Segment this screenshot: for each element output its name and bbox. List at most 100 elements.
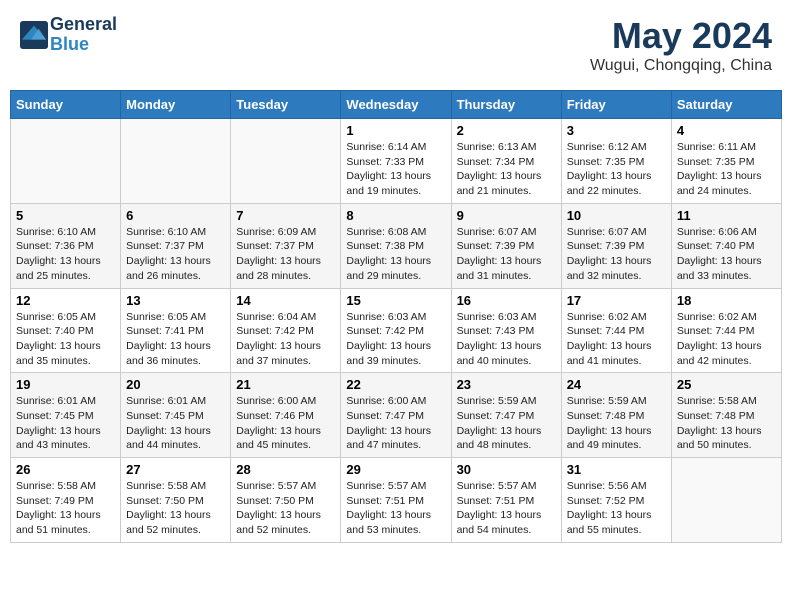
calendar-cell: 17Sunrise: 6:02 AM Sunset: 7:44 PM Dayli… [561,288,671,373]
day-number: 2 [457,123,556,138]
title-area: May 2024 Wugui, Chongqing, China [590,15,772,75]
day-info: Sunrise: 5:58 AM Sunset: 7:48 PM Dayligh… [677,394,776,453]
day-number: 24 [567,377,666,392]
day-number: 12 [16,293,115,308]
day-info: Sunrise: 6:13 AM Sunset: 7:34 PM Dayligh… [457,140,556,199]
calendar-header-tuesday: Tuesday [231,91,341,119]
calendar: SundayMondayTuesdayWednesdayThursdayFrid… [10,90,782,543]
day-number: 31 [567,462,666,477]
day-info: Sunrise: 6:01 AM Sunset: 7:45 PM Dayligh… [126,394,225,453]
day-info: Sunrise: 6:01 AM Sunset: 7:45 PM Dayligh… [16,394,115,453]
calendar-header-row: SundayMondayTuesdayWednesdayThursdayFrid… [11,91,782,119]
calendar-cell [231,119,341,204]
calendar-cell [121,119,231,204]
day-info: Sunrise: 5:59 AM Sunset: 7:47 PM Dayligh… [457,394,556,453]
calendar-cell [671,458,781,543]
calendar-week-row: 1 Sunrise: 6:14 AM Sunset: 7:33 PM Daylig… [11,119,782,204]
day-info: Sunrise: 6:08 AM Sunset: 7:38 PM Dayligh… [346,225,445,284]
calendar-cell: 15 Sunrise: 6:03 AM Sunset: 7:42 PM Dayli… [341,288,451,373]
day-info: Sunrise: 6:05 AM Sunset: 7:41 PM Dayligh… [126,310,225,369]
calendar-cell: 25 Sunrise: 5:58 AM Sunset: 7:48 PM Dayli… [671,373,781,458]
day-info: Sunrise: 6:00 AM Sunset: 7:47 PM Dayligh… [346,394,445,453]
day-number: 21 [236,377,335,392]
calendar-header-friday: Friday [561,91,671,119]
logo-line2: Blue [50,35,117,55]
day-number: 4 [677,123,776,138]
day-number: 19 [16,377,115,392]
day-info: Sunrise: 6:07 AM Sunset: 7:39 PM Dayligh… [567,225,666,284]
day-number: 15 [346,293,445,308]
day-info: Sunrise: 6:10 AM Sunset: 7:37 PM Dayligh… [126,225,225,284]
calendar-cell: 28 Sunrise: 5:57 AM Sunset: 7:50 PM Dayli… [231,458,341,543]
day-info: Sunrise: 6:03 AM Sunset: 7:42 PM Dayligh… [346,310,445,369]
calendar-cell: 11Sunrise: 6:06 AM Sunset: 7:40 PM Dayli… [671,203,781,288]
day-info: Sunrise: 6:12 AM Sunset: 7:35 PM Dayligh… [567,140,666,199]
calendar-cell: 19 Sunrise: 6:01 AM Sunset: 7:45 PM Dayli… [11,373,121,458]
day-number: 5 [16,208,115,223]
calendar-cell: 2 Sunrise: 6:13 AM Sunset: 7:34 PM Daylig… [451,119,561,204]
day-info: Sunrise: 5:58 AM Sunset: 7:50 PM Dayligh… [126,479,225,538]
day-number: 9 [457,208,556,223]
calendar-header-monday: Monday [121,91,231,119]
day-info: Sunrise: 6:11 AM Sunset: 7:35 PM Dayligh… [677,140,776,199]
day-info: Sunrise: 5:58 AM Sunset: 7:49 PM Dayligh… [16,479,115,538]
day-number: 22 [346,377,445,392]
calendar-cell: 27Sunrise: 5:58 AM Sunset: 7:50 PM Dayli… [121,458,231,543]
calendar-cell: 12Sunrise: 6:05 AM Sunset: 7:40 PM Dayli… [11,288,121,373]
day-number: 29 [346,462,445,477]
calendar-cell: 21 Sunrise: 6:00 AM Sunset: 7:46 PM Dayli… [231,373,341,458]
calendar-header-wednesday: Wednesday [341,91,451,119]
calendar-cell: 9Sunrise: 6:07 AM Sunset: 7:39 PM Daylig… [451,203,561,288]
day-info: Sunrise: 5:56 AM Sunset: 7:52 PM Dayligh… [567,479,666,538]
calendar-week-row: 12Sunrise: 6:05 AM Sunset: 7:40 PM Dayli… [11,288,782,373]
calendar-cell: 23 Sunrise: 5:59 AM Sunset: 7:47 PM Dayli… [451,373,561,458]
day-number: 20 [126,377,225,392]
day-number: 23 [457,377,556,392]
day-number: 13 [126,293,225,308]
day-number: 3 [567,123,666,138]
calendar-cell: 20 Sunrise: 6:01 AM Sunset: 7:45 PM Dayli… [121,373,231,458]
day-info: Sunrise: 5:57 AM Sunset: 7:51 PM Dayligh… [346,479,445,538]
day-info: Sunrise: 6:03 AM Sunset: 7:43 PM Dayligh… [457,310,556,369]
day-info: Sunrise: 6:04 AM Sunset: 7:42 PM Dayligh… [236,310,335,369]
calendar-cell: 6Sunrise: 6:10 AM Sunset: 7:37 PM Daylig… [121,203,231,288]
calendar-week-row: 26 Sunrise: 5:58 AM Sunset: 7:49 PM Dayli… [11,458,782,543]
day-info: Sunrise: 5:57 AM Sunset: 7:50 PM Dayligh… [236,479,335,538]
calendar-header-thursday: Thursday [451,91,561,119]
day-info: Sunrise: 6:09 AM Sunset: 7:37 PM Dayligh… [236,225,335,284]
calendar-cell: 5 Sunrise: 6:10 AM Sunset: 7:36 PM Daylig… [11,203,121,288]
day-number: 26 [16,462,115,477]
day-number: 10 [567,208,666,223]
calendar-cell: 18Sunrise: 6:02 AM Sunset: 7:44 PM Dayli… [671,288,781,373]
calendar-cell: 16 Sunrise: 6:03 AM Sunset: 7:43 PM Dayli… [451,288,561,373]
calendar-header-sunday: Sunday [11,91,121,119]
day-info: Sunrise: 5:57 AM Sunset: 7:51 PM Dayligh… [457,479,556,538]
calendar-cell: 29 Sunrise: 5:57 AM Sunset: 7:51 PM Dayli… [341,458,451,543]
day-number: 7 [236,208,335,223]
day-number: 28 [236,462,335,477]
day-number: 11 [677,208,776,223]
calendar-cell: 26 Sunrise: 5:58 AM Sunset: 7:49 PM Dayli… [11,458,121,543]
day-number: 17 [567,293,666,308]
day-info: Sunrise: 5:59 AM Sunset: 7:48 PM Dayligh… [567,394,666,453]
calendar-cell: 3 Sunrise: 6:12 AM Sunset: 7:35 PM Daylig… [561,119,671,204]
logo: General Blue [20,15,117,55]
day-number: 25 [677,377,776,392]
day-number: 16 [457,293,556,308]
calendar-cell: 7 Sunrise: 6:09 AM Sunset: 7:37 PM Daylig… [231,203,341,288]
day-info: Sunrise: 6:14 AM Sunset: 7:33 PM Dayligh… [346,140,445,199]
header: General Blue May 2024 Wugui, Chongqing, … [10,10,782,80]
calendar-cell: 22 Sunrise: 6:00 AM Sunset: 7:47 PM Dayli… [341,373,451,458]
day-info: Sunrise: 6:10 AM Sunset: 7:36 PM Dayligh… [16,225,115,284]
calendar-cell: 1 Sunrise: 6:14 AM Sunset: 7:33 PM Daylig… [341,119,451,204]
day-info: Sunrise: 6:02 AM Sunset: 7:44 PM Dayligh… [677,310,776,369]
calendar-cell: 8 Sunrise: 6:08 AM Sunset: 7:38 PM Daylig… [341,203,451,288]
calendar-cell: 4 Sunrise: 6:11 AM Sunset: 7:35 PM Daylig… [671,119,781,204]
calendar-week-row: 5 Sunrise: 6:10 AM Sunset: 7:36 PM Daylig… [11,203,782,288]
day-number: 8 [346,208,445,223]
month-title: May 2024 [590,15,772,57]
calendar-week-row: 19 Sunrise: 6:01 AM Sunset: 7:45 PM Dayli… [11,373,782,458]
day-info: Sunrise: 6:00 AM Sunset: 7:46 PM Dayligh… [236,394,335,453]
logo-icon [20,21,48,49]
day-number: 1 [346,123,445,138]
